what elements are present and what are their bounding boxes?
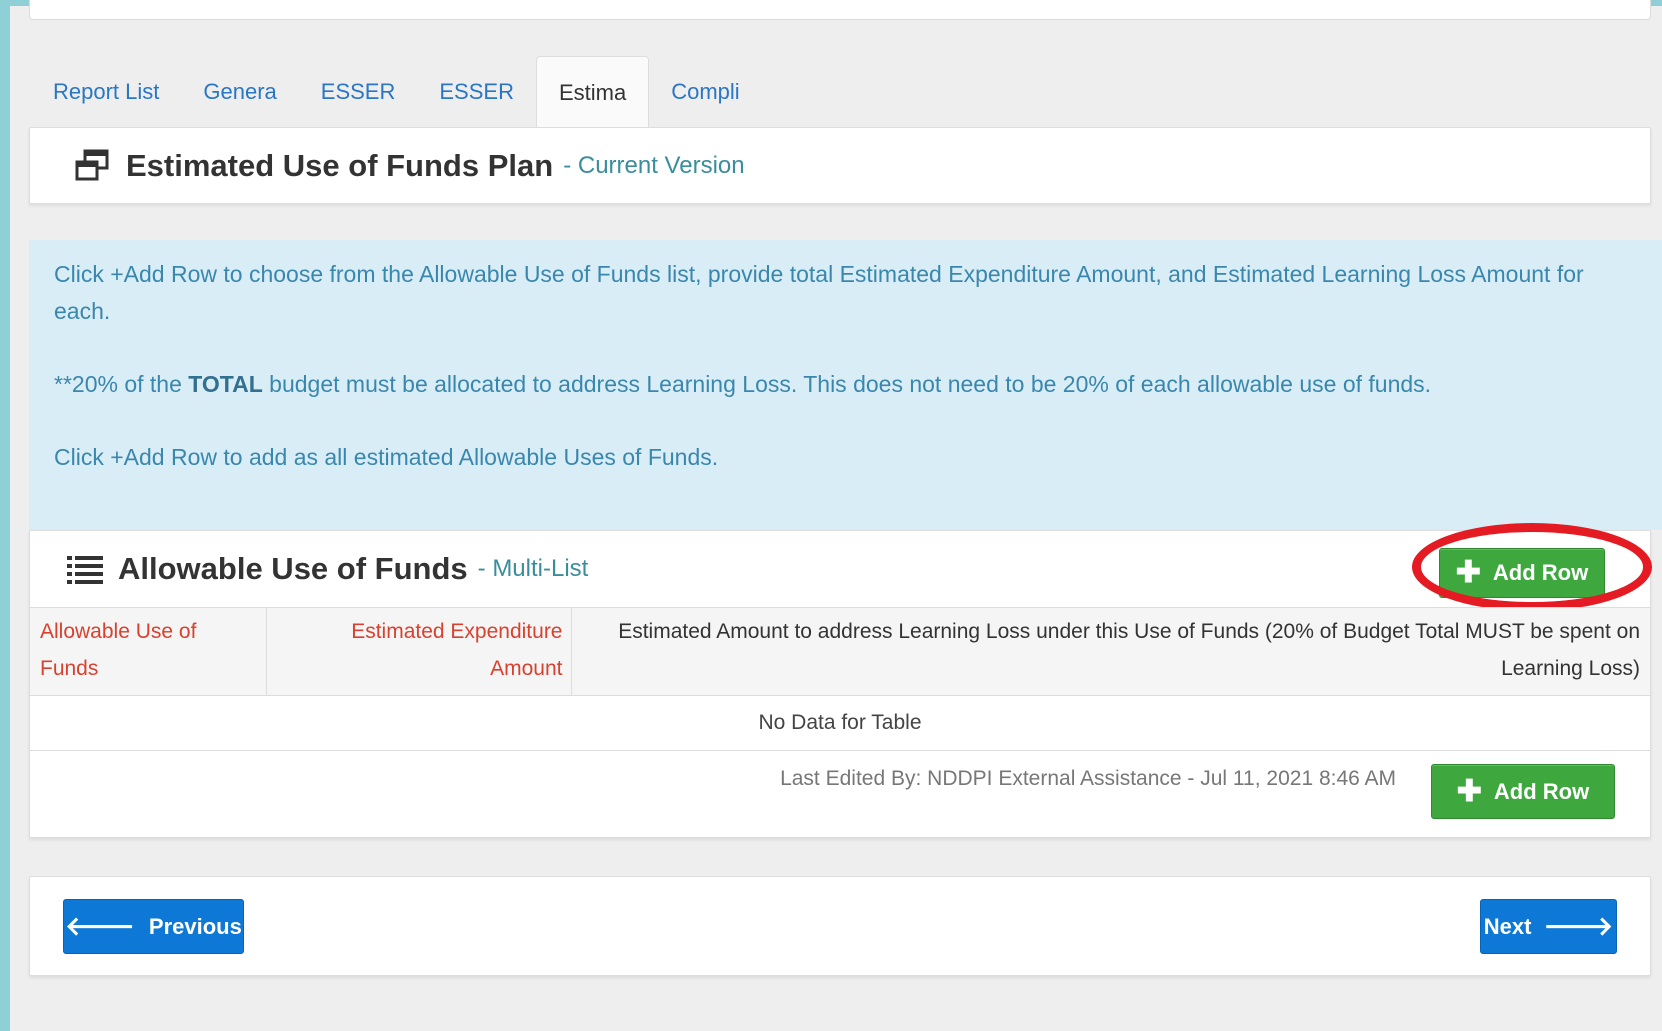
funds-table: Allowable Use of Funds Estimated Expendi… <box>30 607 1650 751</box>
table-header-row: Allowable Use of Funds Estimated Expendi… <box>30 607 1650 696</box>
tab-estimated-use[interactable]: Estima <box>535 56 650 128</box>
instruction-paragraph-1: Click +Add Row to choose from the Allowa… <box>54 261 1584 324</box>
column-header-learning-loss[interactable]: Estimated Amount to address Learning Los… <box>571 607 1650 696</box>
list-icon <box>67 556 103 584</box>
table-row: No Data for Table <box>30 695 1650 751</box>
left-border-strip <box>0 0 10 1031</box>
navigation-panel: 🡐 Previous Next 🡒 <box>29 876 1651 976</box>
instruction-paragraph-2: **20% of the TOTAL budget must be alloca… <box>54 366 1637 403</box>
instruction-emphasis: TOTAL <box>188 371 263 397</box>
next-label: Next <box>1483 913 1532 939</box>
funds-panel-header: Allowable Use of Funds - Multi-List ✚ Ad… <box>30 523 1652 611</box>
page-subtitle: - Current Version <box>563 151 745 179</box>
page-title: Estimated Use of Funds Plan <box>126 147 554 183</box>
instruction-text: budget must be allocated to address Lear… <box>262 371 1432 397</box>
tab-compliance[interactable]: Compli <box>649 57 761 127</box>
plan-header: Estimated Use of Funds Plan - Current Ve… <box>29 127 1651 204</box>
next-button[interactable]: Next 🡒 <box>1480 899 1617 954</box>
red-highlight-circle <box>1412 523 1652 611</box>
window-restore-icon <box>75 149 109 180</box>
arrow-left-icon: 🡐 <box>65 911 135 941</box>
tab-esser-2[interactable]: ESSER <box>417 57 536 127</box>
last-edited-info: Last Edited By: NDDPI External Assistanc… <box>780 767 1396 790</box>
report-tabs: Report List Genera ESSER ESSER Estima Co… <box>29 56 1651 128</box>
tab-report-list[interactable]: Report List <box>29 57 181 127</box>
plus-icon: ✚ <box>1456 774 1482 808</box>
instructions-alert: Click +Add Row to choose from the Allowa… <box>29 240 1662 530</box>
top-panel-edge <box>29 0 1651 20</box>
tab-esser-1[interactable]: ESSER <box>299 57 418 127</box>
arrow-right-icon: 🡒 <box>1543 911 1614 941</box>
instruction-paragraph-3: Click +Add Row to add as all estimated A… <box>54 444 719 470</box>
funds-title: Allowable Use of Funds <box>118 551 468 586</box>
empty-table-message: No Data for Table <box>30 695 1650 751</box>
previous-label: Previous <box>148 913 242 939</box>
column-header-expenditure[interactable]: Estimated Expenditure Amount <box>266 607 572 696</box>
instruction-text: **20% of the <box>54 371 189 397</box>
allowable-funds-panel: Allowable Use of Funds - Multi-List ✚ Ad… <box>29 523 1652 838</box>
tab-general[interactable]: Genera <box>181 57 298 127</box>
column-header-allowable-use[interactable]: Allowable Use of Funds <box>30 607 267 696</box>
previous-button[interactable]: 🡐 Previous <box>63 899 244 954</box>
add-row-label: Add Row <box>1493 778 1590 804</box>
add-row-button-bottom[interactable]: ✚ Add Row <box>1431 764 1615 819</box>
funds-subtitle: - Multi-List <box>477 555 589 582</box>
